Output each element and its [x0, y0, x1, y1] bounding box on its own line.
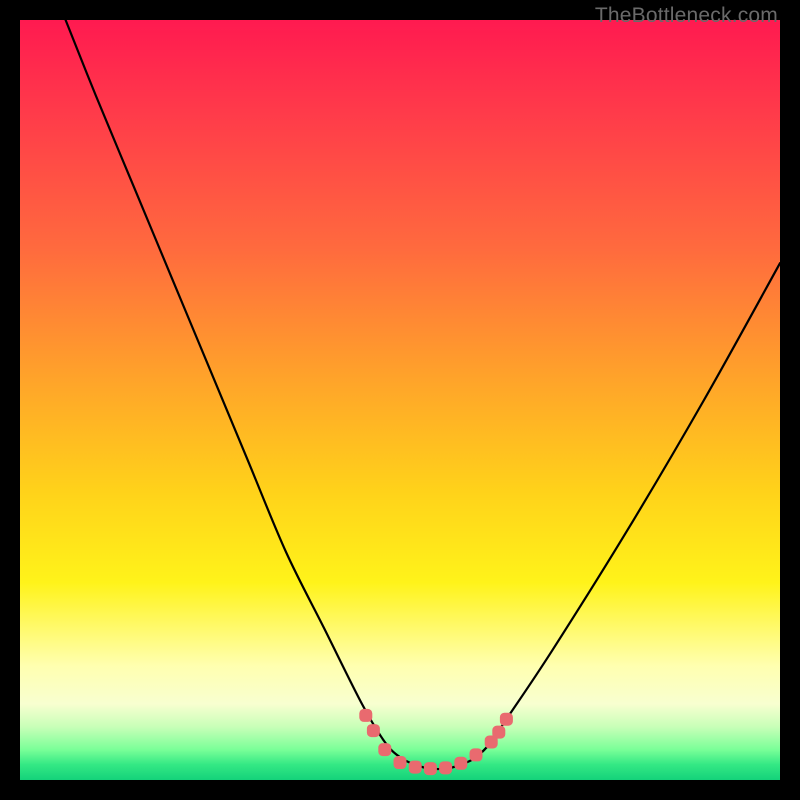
data-marker [394, 756, 407, 769]
data-marker [424, 762, 437, 775]
data-marker [500, 713, 513, 726]
data-marker [378, 743, 391, 756]
chart-svg [20, 20, 780, 780]
data-marker [367, 724, 380, 737]
data-marker [492, 726, 505, 739]
data-marker [470, 748, 483, 761]
bottleneck-curve [66, 20, 780, 769]
data-marker [409, 761, 422, 774]
marker-group [359, 709, 513, 775]
data-marker [359, 709, 372, 722]
data-marker [454, 757, 467, 770]
data-marker [439, 761, 452, 774]
outer-frame: TheBottleneck.com [0, 0, 800, 800]
